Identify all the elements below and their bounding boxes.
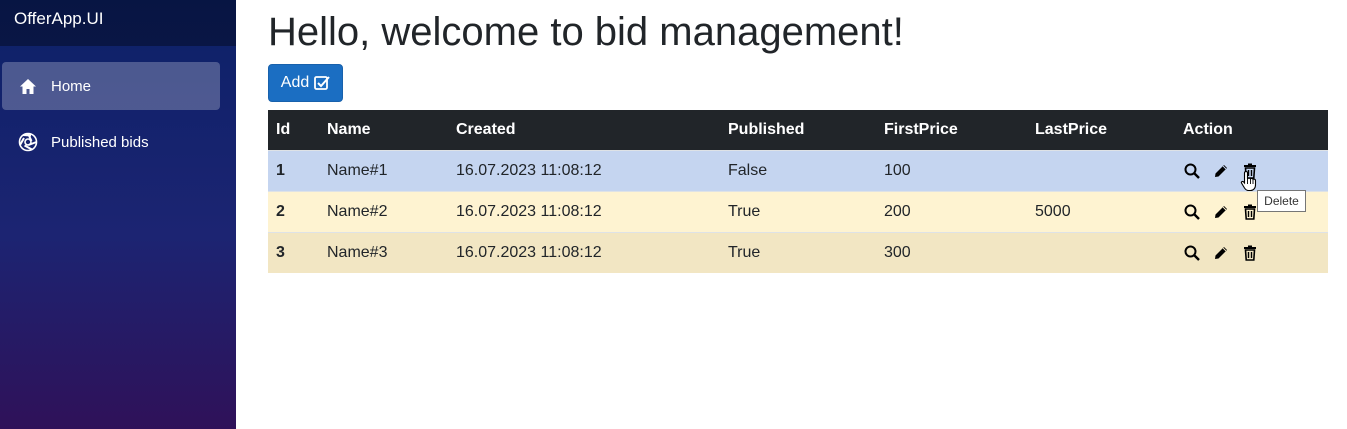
cell-firstprice: 200 [884,202,911,220]
search-icon[interactable] [1183,203,1201,221]
cell-name: Name#1 [327,161,388,179]
delete-tooltip: Delete [1257,190,1306,212]
sidebar-item-home[interactable]: Home [2,62,220,110]
column-header-firstprice: FirstPrice [884,120,958,138]
column-header-created: Created [456,120,516,138]
search-icon[interactable] [1183,244,1201,262]
cell-id: 2 [276,202,285,220]
cell-firstprice: 100 [884,161,911,179]
cell-name: Name#2 [327,202,388,220]
cell-firstprice: 300 [884,243,911,261]
checkbox-icon [314,76,330,90]
aperture-icon [18,132,38,152]
cell-created: 16.07.2023 11:08:12 [456,243,602,261]
home-icon [18,76,38,96]
column-header-name: Name [327,120,371,138]
table-row[interactable]: 2 Name#2 16.07.2023 11:08:12 True 200 50… [268,191,1328,232]
cell-published: True [728,243,761,261]
table-header-row: Id Name Created Published FirstPrice Las… [268,110,1328,150]
page-title: Hello, welcome to bid management! [268,10,904,54]
edit-icon[interactable] [1212,162,1230,180]
sidebar-item-label: Published bids [51,133,149,151]
cell-created: 16.07.2023 11:08:12 [456,161,602,179]
search-icon[interactable] [1183,162,1201,180]
hand-cursor-icon [1240,170,1257,192]
cell-lastprice: 5000 [1035,202,1071,220]
cell-lastprice [1027,150,1175,191]
cell-id: 1 [276,161,285,179]
delete-icon[interactable] [1241,244,1259,262]
edit-icon[interactable] [1212,244,1230,262]
sidebar-item-published-bids[interactable]: Published bids [2,118,220,166]
column-header-action: Action [1183,120,1233,138]
cell-published: True [728,202,761,220]
cell-created: 16.07.2023 11:08:12 [456,202,602,220]
sidebar-item-label: Home [51,77,92,95]
table-row[interactable]: 3 Name#3 16.07.2023 11:08:12 True 300 [268,232,1328,273]
column-header-id: Id [276,120,291,138]
cell-name: Name#3 [327,243,388,261]
brand-title[interactable]: OfferApp.UI [0,0,236,46]
cell-published: False [728,161,768,179]
sidebar: OfferApp.UI Home Published bids [0,0,236,429]
cell-actions [1175,232,1328,273]
bids-table: Id Name Created Published FirstPrice Las… [268,110,1328,273]
column-header-lastprice: LastPrice [1035,120,1108,138]
add-button[interactable]: Add [268,64,343,102]
edit-icon[interactable] [1212,203,1230,221]
cell-id: 3 [276,243,285,261]
cell-lastprice [1027,232,1175,273]
table-row[interactable]: 1 Name#1 16.07.2023 11:08:12 False 100 [268,150,1328,191]
add-button-label: Add [280,74,310,91]
column-header-published: Published [728,120,805,138]
